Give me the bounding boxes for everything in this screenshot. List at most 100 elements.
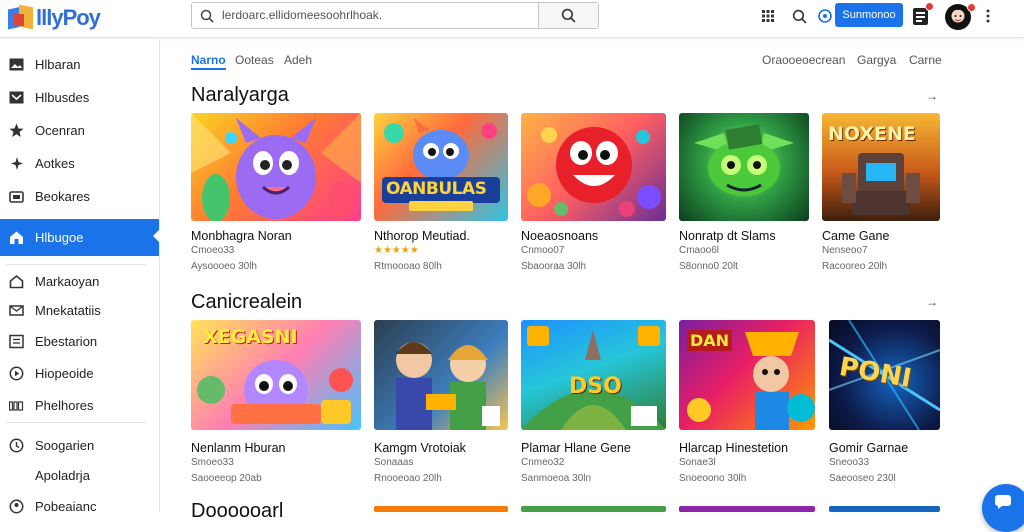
library-icon	[8, 397, 24, 413]
sign-in-button[interactable]: Sunmonoo	[835, 3, 903, 27]
filter-oraooeoecrean[interactable]: Oraooeoecrean	[762, 53, 845, 67]
game-developer: Cmaoo6l	[679, 245, 720, 256]
game-meta: Snoeoono 30lh	[679, 473, 747, 484]
image-icon	[8, 56, 24, 72]
game-developer: Cnmeo32	[521, 457, 565, 468]
game-art-title: DAN	[687, 330, 733, 351]
search-input[interactable]: lerdoarc.ellidomeesoohrlhoak.	[222, 3, 538, 28]
folder-icon	[8, 188, 24, 204]
sidebar-item-hlbugoe[interactable]: Hlbugoe	[0, 219, 160, 256]
list-icon	[8, 333, 24, 349]
sidebar-item-apoladrja[interactable]: Apoladrja	[0, 458, 159, 492]
chat-fab-button[interactable]	[982, 484, 1024, 532]
game-thumbnail-partial[interactable]	[374, 506, 508, 512]
game-title[interactable]: Nthorop Meutiad.	[374, 229, 470, 243]
section-more-arrow[interactable]: →	[926, 89, 938, 103]
game-thumbnail[interactable]	[521, 113, 666, 221]
game-art-title: XEGASNI	[203, 326, 298, 348]
tab-ooteas[interactable]: Ooteas	[235, 53, 274, 67]
sparkle-icon	[8, 155, 24, 171]
logo-mark-icon	[8, 4, 34, 30]
section-title: Canicrealein	[191, 291, 303, 313]
header-search-icon[interactable]	[788, 6, 810, 26]
game-thumbnail[interactable]: PONI	[829, 320, 940, 430]
sidebar-item-beokares[interactable]: Beokares	[0, 179, 159, 213]
sidebar-item-aotkes[interactable]: Aotkes	[0, 146, 159, 180]
game-thumbnail[interactable]: DAN	[679, 320, 815, 430]
sidebar-item-phelhores[interactable]: Phelhores	[0, 388, 159, 422]
game-thumbnail[interactable]: OANBULAS	[374, 113, 508, 221]
sidebar-item-ocenran[interactable]: Ocenran	[0, 113, 159, 147]
game-thumbnail[interactable]: XEGASNI	[191, 320, 361, 430]
game-meta: Sanmoeoa 30ln	[521, 473, 592, 484]
history-icon	[8, 437, 24, 453]
sidebar-item-soogarien[interactable]: Soogarien	[0, 428, 159, 462]
star-icon	[8, 122, 24, 138]
game-meta: S8onno0 20lt	[679, 261, 738, 272]
game-title[interactable]: Hlarcap Hinestetion	[679, 441, 788, 455]
game-title[interactable]: Monbhagra Noran	[191, 229, 292, 243]
sidebar-item-hiopeoide[interactable]: Hiopeoide	[0, 356, 159, 390]
notification-badge	[925, 2, 934, 11]
game-title[interactable]: Came Gane	[822, 229, 889, 243]
game-title[interactable]: Noeaosnoans	[521, 229, 598, 243]
game-thumbnail-partial[interactable]	[829, 506, 940, 512]
game-title[interactable]: Plamar Hlane Gene	[521, 441, 631, 455]
game-thumbnail[interactable]	[191, 113, 361, 221]
game-meta: Rnooeoao 20lh	[374, 473, 442, 484]
search-bar[interactable]: lerdoarc.ellidomeesoohrlhoak.	[191, 2, 599, 29]
search-button[interactable]	[538, 3, 598, 28]
game-title[interactable]: Nenlanm Hburan	[191, 441, 286, 455]
filter-gargya[interactable]: Gargya	[857, 53, 896, 67]
filter-carne[interactable]: Carne	[909, 53, 942, 67]
tab-narno[interactable]: Narno	[191, 53, 226, 70]
sidebar: Hlbaran Hlbusdes Ocenran Aotkes Beokares…	[0, 39, 160, 514]
game-developer: Cmoeo33	[191, 245, 235, 256]
game-title[interactable]: Nonratp dt Slams	[679, 229, 776, 243]
sidebar-divider-2	[6, 422, 146, 423]
game-developer: Cnmoo07	[521, 245, 565, 256]
help-icon[interactable]	[814, 6, 836, 26]
game-meta: Rtmoooao 80lh	[374, 261, 442, 272]
sidebar-item-hlbusdes[interactable]: Hlbusdes	[0, 80, 159, 114]
game-meta: Aysoooeo 30lh	[191, 261, 257, 272]
game-thumbnail[interactable]: NOXENE	[822, 113, 940, 221]
play-circle-icon	[8, 365, 24, 381]
game-art-title: DSO	[569, 374, 622, 399]
game-thumbnail-partial[interactable]	[521, 506, 666, 512]
sidebar-item-hlbaran[interactable]: Hlbaran	[0, 47, 159, 81]
search-icon	[192, 3, 222, 28]
blank-icon	[8, 467, 24, 483]
game-art-title: NOXENE	[828, 123, 916, 145]
mail-icon	[8, 302, 24, 318]
game-developer: Sneoo33	[829, 457, 870, 468]
section-title: Naralyarga	[191, 84, 289, 106]
top-bar: lllyPoy lerdoarc.ellidomeesoohrlhoak. Su…	[0, 0, 1024, 38]
home-icon	[8, 230, 24, 246]
game-thumbnail-partial[interactable]	[679, 506, 815, 512]
game-developer: Sonae3l	[679, 457, 716, 468]
app-logo[interactable]: lllyPoy	[8, 4, 101, 32]
section-more-arrow[interactable]: →	[926, 295, 938, 309]
apps-grid-icon[interactable]	[757, 6, 779, 26]
inbox-icon	[8, 89, 24, 105]
game-developer: Nenseoo7	[822, 245, 868, 256]
game-art-title: OANBULAS	[386, 179, 487, 199]
sidebar-item-pobeaianc[interactable]: Pobeaianc	[0, 489, 159, 523]
game-rating: ★★★★★	[374, 245, 419, 256]
search-button-icon	[561, 8, 576, 23]
game-title[interactable]: Gomir Garnae	[829, 441, 908, 455]
game-thumbnail[interactable]: DSO	[521, 320, 666, 430]
game-meta: Saooeeop 20ab	[191, 473, 262, 484]
game-meta: Sbaooraa 30lh	[521, 261, 587, 272]
sidebar-item-mnekatatiis[interactable]: Mnekatatiis	[0, 293, 159, 327]
more-vert-icon[interactable]	[977, 6, 999, 26]
game-developer: Smoeo33	[191, 457, 234, 468]
game-thumbnail[interactable]	[374, 320, 508, 430]
game-meta: Saeooseo 230l	[829, 473, 896, 484]
game-title[interactable]: Kamgm Vrotoiak	[374, 441, 466, 455]
tab-adeh[interactable]: Adeh	[284, 53, 312, 67]
avatar-badge	[967, 3, 976, 12]
game-thumbnail[interactable]	[679, 113, 809, 221]
sidebar-item-ebestarion[interactable]: Ebestarion	[0, 324, 159, 358]
